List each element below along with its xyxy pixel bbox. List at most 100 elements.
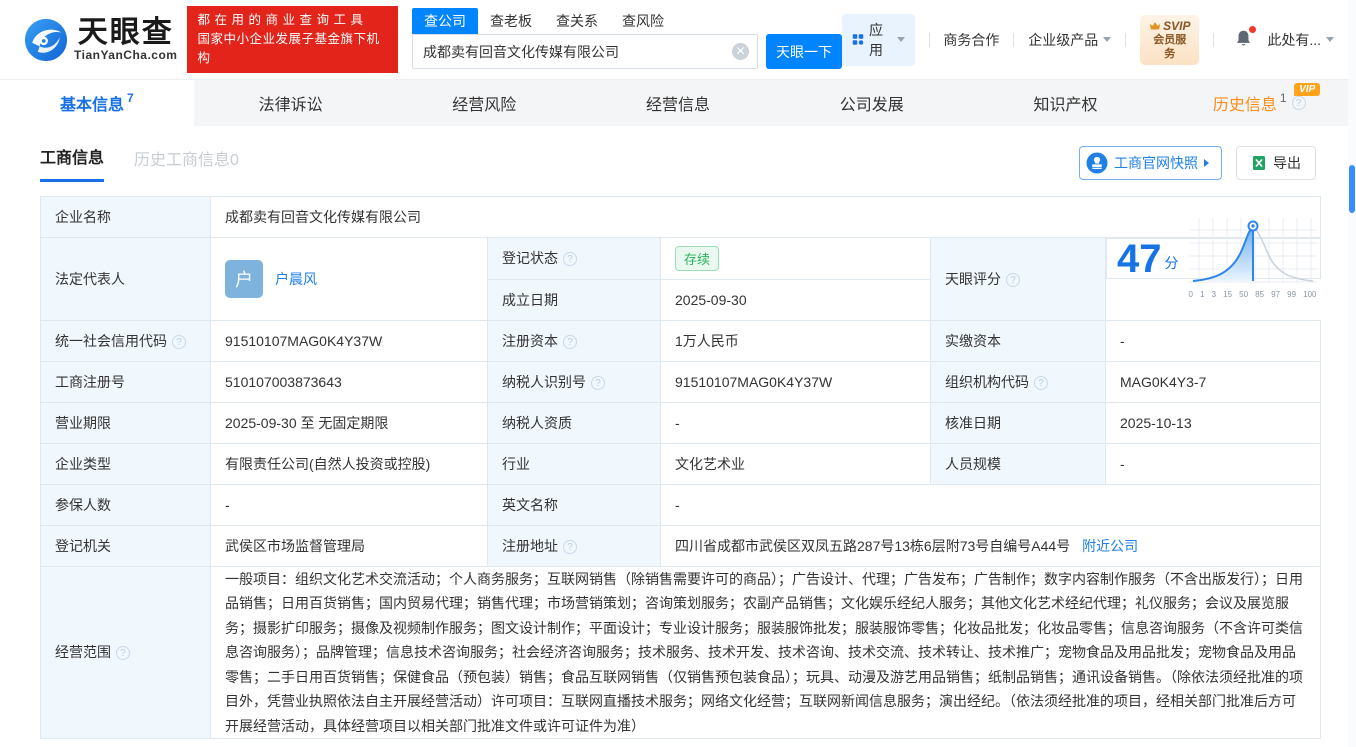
help-icon[interactable]	[563, 540, 577, 554]
divider	[1213, 33, 1214, 47]
brand-slogan: 都在用的商业查询工具 国家中小企业发展子基金旗下机构	[187, 6, 398, 73]
reg-address-label: 注册地址	[488, 525, 661, 566]
score-cell[interactable]: 47 分	[1106, 238, 1321, 279]
score-unit: 分	[1165, 253, 1179, 273]
search-button[interactable]: 天眼一下	[766, 34, 842, 69]
notifications-button[interactable]	[1234, 29, 1253, 51]
paid-capital-value: -	[1106, 320, 1321, 361]
help-icon[interactable]	[591, 376, 605, 390]
business-scope-label: 经营范围	[41, 566, 211, 739]
legal-rep-cell: 户 户晨风	[211, 238, 488, 321]
svip-membership-button[interactable]: SVIP 会员服务	[1140, 15, 1199, 65]
approval-date-label: 核准日期	[931, 402, 1106, 443]
search-block: 查公司 查老板 查关系 查风险 ✕ 天眼一下	[412, 10, 842, 69]
avatar[interactable]: 户	[225, 260, 263, 298]
taxpayer-id-value: 91510107MAG0K4Y37W	[661, 361, 931, 402]
table-row: 经营范围 一般项目：组织文化艺术交流活动；个人商务服务；互联网销售（除销售需要许…	[41, 566, 1321, 739]
header-right: 应用 商务合作 企业级产品 SVIP 会员服务	[842, 14, 1356, 66]
help-icon[interactable]	[1034, 376, 1048, 390]
search-tab-relation[interactable]: 查关系	[544, 8, 610, 34]
company-name-value: 成都卖有回音文化传媒有限公司	[211, 197, 1321, 238]
company-type-value: 有限责任公司(自然人投资或控股)	[211, 443, 488, 484]
insured-count-value: -	[211, 484, 488, 525]
credit-code-label: 统一社会信用代码	[41, 320, 211, 361]
clear-search-icon[interactable]: ✕	[732, 43, 749, 60]
slogan-line2: 国家中小企业发展子基金旗下机构	[197, 30, 388, 68]
business-scope-value: 一般项目：组织文化艺术交流活动；个人商务服务；互联网销售（除销售需要许可的商品）…	[211, 566, 1321, 739]
establish-date-value: 2025-09-30	[661, 279, 931, 320]
export-button[interactable]: 导出	[1236, 146, 1316, 180]
legal-rep-link[interactable]: 户晨风	[275, 269, 317, 289]
enterprise-products-menu[interactable]: 企业级产品	[1028, 30, 1111, 50]
excel-icon	[1251, 155, 1267, 171]
approval-date-value: 2025-10-13	[1106, 402, 1321, 443]
industry-label: 行业	[488, 443, 661, 484]
arrow-right-icon	[1204, 159, 1209, 167]
tab-count: 1	[1280, 91, 1287, 105]
org-code-value: MAG0K4Y3-7	[1106, 361, 1321, 402]
svip-sublabel: 会员服务	[1149, 33, 1190, 61]
help-icon[interactable]	[172, 335, 186, 349]
tab-operating-risk[interactable]: 经营风险	[387, 80, 581, 126]
industry-value: 文化艺术业	[661, 443, 931, 484]
paid-capital-label: 实缴资本	[931, 320, 1106, 361]
account-menu[interactable]: 此处有...	[1267, 30, 1334, 50]
tab-legal-litigation[interactable]: 法律诉讼	[194, 80, 388, 126]
apps-menu[interactable]: 应用	[842, 14, 915, 66]
apps-label: 应用	[869, 20, 892, 60]
official-snapshot-button[interactable]: 工商官网快照	[1079, 146, 1222, 180]
chevron-down-icon	[1103, 37, 1111, 42]
seal-icon	[1086, 152, 1108, 174]
org-code-label: 组织机构代码	[931, 361, 1106, 402]
search-tab-company[interactable]: 查公司	[412, 8, 478, 34]
tab-history-info[interactable]: VIP 历史信息 1	[1162, 80, 1356, 126]
search-input[interactable]	[412, 34, 758, 69]
tianyancha-logo[interactable]: 天眼查 TianYanCha.com	[24, 18, 177, 62]
help-icon[interactable]	[563, 335, 577, 349]
table-row: 参保人数 - 英文名称 -	[41, 484, 1321, 525]
table-row: 登记机关 武侯区市场监督管理局 注册地址 四川省成都市武侯区双凤五路287号13…	[41, 525, 1321, 566]
business-registration-table: 企业名称 成都卖有回音文化传媒有限公司 法定代表人 户 户晨风 登记状态 存续 …	[40, 196, 1320, 739]
tab-company-development[interactable]: 公司发展	[775, 80, 969, 126]
subtab-business-registration[interactable]: 工商信息	[40, 144, 104, 182]
help-icon[interactable]	[116, 646, 130, 660]
help-icon[interactable]	[1006, 273, 1020, 287]
table-row: 营业期限 2025-09-30 至 无固定期限 纳税人资质 - 核准日期 202…	[41, 402, 1321, 443]
help-icon[interactable]	[1292, 96, 1306, 110]
brand-name: 天眼查	[74, 18, 177, 48]
score-axis: 0131550859799100	[1189, 290, 1317, 299]
term-value: 2025-09-30 至 无固定期限	[211, 402, 488, 443]
vip-badge: VIP	[1294, 83, 1320, 96]
help-icon[interactable]	[563, 252, 577, 266]
slogan-line1: 都在用的商业查询工具	[197, 11, 388, 30]
scrollbar[interactable]	[1348, 0, 1356, 747]
reg-capital-value: 1万人民币	[661, 320, 931, 361]
search-tab-boss[interactable]: 查老板	[478, 8, 544, 34]
subtab-history-registration[interactable]: 历史工商信息0	[134, 146, 239, 181]
axis-tick: 50	[1239, 290, 1248, 299]
company-type-label: 企业类型	[41, 443, 211, 484]
chevron-down-icon	[897, 37, 905, 42]
axis-tick: 0	[1189, 290, 1193, 299]
tab-intellectual-property[interactable]: 知识产权	[969, 80, 1163, 126]
scrollbar-thumb[interactable]	[1349, 165, 1355, 213]
tab-business-info[interactable]: 经营信息	[581, 80, 775, 126]
term-label: 营业期限	[41, 402, 211, 443]
nearby-companies-link[interactable]: 附近公司	[1082, 538, 1138, 554]
table-row: 企业类型 有限责任公司(自然人投资或控股) 行业 文化艺术业 人员规模 -	[41, 443, 1321, 484]
table-row: 统一社会信用代码 91510107MAG0K4Y37W 注册资本 1万人民币 实…	[41, 320, 1321, 361]
divider	[1125, 33, 1126, 47]
english-name-value: -	[661, 484, 1321, 525]
axis-tick: 100	[1303, 290, 1316, 299]
brand-domain: TianYanCha.com	[74, 48, 177, 62]
tab-basic-info[interactable]: 基本信息7	[0, 80, 194, 126]
subbar: 工商信息 历史工商信息0 工商官网快照 导出	[0, 142, 1356, 184]
reg-no-label: 工商注册号	[41, 361, 211, 402]
account-label: 此处有...	[1267, 30, 1321, 50]
taxpayer-id-label: 纳税人识别号	[488, 361, 661, 402]
axis-tick: 99	[1287, 290, 1296, 299]
tab-count: 7	[127, 91, 134, 105]
business-cooperation-link[interactable]: 商务合作	[943, 30, 999, 50]
company-name-label: 企业名称	[41, 197, 211, 238]
search-tab-risk[interactable]: 查风险	[610, 8, 676, 34]
